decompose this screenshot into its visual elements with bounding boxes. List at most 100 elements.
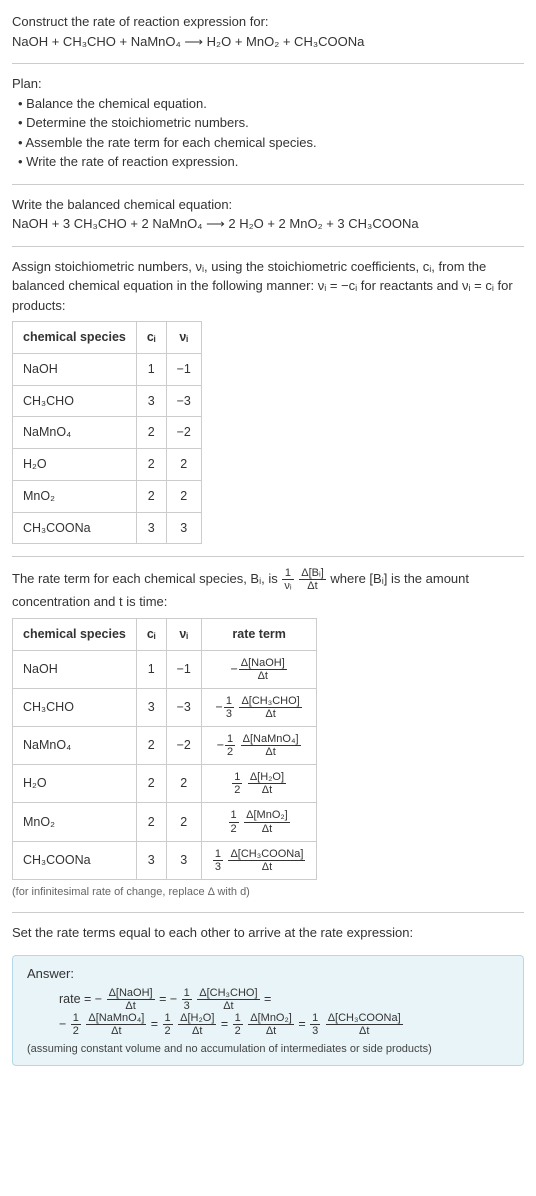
cell-v: 2 bbox=[166, 449, 201, 481]
col-ci: cᵢ bbox=[136, 322, 166, 354]
fraction: Δ[NaOH]Δt bbox=[107, 987, 155, 1012]
table-header-row: chemical species cᵢ νᵢ rate term bbox=[13, 618, 317, 650]
table-row: MnO₂2212 Δ[MnO₂]Δt bbox=[13, 803, 317, 841]
cell-species: CH₃CHO bbox=[13, 688, 137, 726]
cell-c: 1 bbox=[136, 353, 166, 385]
fraction: 12 bbox=[71, 1012, 81, 1037]
balanced-block: Write the balanced chemical equation: Na… bbox=[12, 195, 524, 234]
cell-v: 2 bbox=[166, 480, 201, 512]
cell-rate-term: 13 Δ[CH₃COONa]Δt bbox=[201, 841, 317, 879]
prompt-block: Construct the rate of reaction expressio… bbox=[12, 12, 524, 51]
fraction: 12 bbox=[233, 1012, 243, 1037]
frac-den: Δt bbox=[244, 823, 290, 835]
fraction: Δ[Bᵢ]Δt bbox=[299, 567, 326, 592]
cell-rate-term: −13 Δ[CH₃CHO]Δt bbox=[201, 688, 317, 726]
divider bbox=[12, 246, 524, 247]
cell-v: 3 bbox=[166, 841, 201, 879]
cell-v: 3 bbox=[166, 512, 201, 544]
eq-text: rate = − bbox=[59, 992, 102, 1006]
cell-v: −2 bbox=[166, 727, 201, 765]
eq-text: = bbox=[221, 1017, 232, 1031]
divider bbox=[12, 556, 524, 557]
frac-num: 1 bbox=[232, 771, 242, 784]
cell-c: 3 bbox=[136, 512, 166, 544]
eq-text: = bbox=[151, 1017, 162, 1031]
answer-equation: rate = − Δ[NaOH]Δt = − 13 Δ[CH₃CHO]Δt = … bbox=[27, 987, 509, 1037]
frac-den: Δt bbox=[326, 1025, 403, 1037]
frac-den: 3 bbox=[224, 708, 234, 720]
frac-den: Δt bbox=[248, 784, 286, 796]
rate-intro-text: The rate term for each chemical species,… bbox=[12, 571, 281, 586]
table-row: NaOH1−1 bbox=[13, 353, 202, 385]
cell-c: 2 bbox=[136, 449, 166, 481]
frac-num: Δ[CH₃COONa] bbox=[228, 848, 305, 861]
cell-species: NaOH bbox=[13, 650, 137, 688]
frac-num: 1 bbox=[71, 1012, 81, 1025]
cell-c: 3 bbox=[136, 385, 166, 417]
frac-num: 1 bbox=[213, 848, 223, 861]
assign-text: Assign stoichiometric numbers, νᵢ, using… bbox=[12, 257, 524, 316]
sign: − bbox=[230, 662, 237, 676]
fraction: Δ[NaOH]Δt bbox=[239, 657, 287, 682]
frac-num: Δ[CH₃COONa] bbox=[326, 1012, 403, 1025]
cell-rate-term: −Δ[NaOH]Δt bbox=[201, 650, 317, 688]
frac-den: 3 bbox=[310, 1025, 320, 1037]
frac-den: 2 bbox=[232, 784, 242, 796]
frac-num: Δ[MnO₂] bbox=[244, 809, 290, 822]
stoich-table: chemical species cᵢ νᵢ NaOH1−1 CH₃CHO3−3… bbox=[12, 321, 202, 544]
set-equal-text: Set the rate terms equal to each other t… bbox=[12, 923, 524, 943]
cell-species: NaMnO₄ bbox=[13, 417, 137, 449]
cell-c: 2 bbox=[136, 480, 166, 512]
fraction: 13 bbox=[182, 987, 192, 1012]
rate-intro-block: The rate term for each chemical species,… bbox=[12, 567, 524, 900]
table-row: CH₃CHO3−3−13 Δ[CH₃CHO]Δt bbox=[13, 688, 317, 726]
cell-species: MnO₂ bbox=[13, 803, 137, 841]
cell-v: −1 bbox=[166, 650, 201, 688]
cell-rate-term: −12 Δ[NaMnO₄]Δt bbox=[201, 727, 317, 765]
fraction: 13 bbox=[310, 1012, 320, 1037]
fraction: Δ[CH₃COONa]Δt bbox=[326, 1012, 403, 1037]
frac-num: Δ[Bᵢ] bbox=[299, 567, 326, 580]
frac-num: 1 bbox=[224, 695, 234, 708]
frac-num: Δ[CH₃CHO] bbox=[239, 695, 301, 708]
frac-den: Δt bbox=[299, 580, 326, 592]
frac-num: Δ[CH₃CHO] bbox=[197, 987, 259, 1000]
frac-den: 3 bbox=[182, 1000, 192, 1012]
frac-den: Δt bbox=[241, 746, 301, 758]
cell-species: H₂O bbox=[13, 765, 137, 803]
plan-block: Plan: • Balance the chemical equation. •… bbox=[12, 74, 524, 172]
frac-den: νᵢ bbox=[282, 580, 293, 592]
fraction: Δ[NaMnO₄]Δt bbox=[86, 1012, 146, 1037]
plan-item: • Write the rate of reaction expression. bbox=[12, 152, 524, 172]
cell-v: −2 bbox=[166, 417, 201, 449]
cell-c: 2 bbox=[136, 417, 166, 449]
sign: − bbox=[216, 700, 223, 714]
frac-num: Δ[NaMnO₄] bbox=[86, 1012, 146, 1025]
table-row: NaOH1−1−Δ[NaOH]Δt bbox=[13, 650, 317, 688]
cell-species: H₂O bbox=[13, 449, 137, 481]
frac-den: Δt bbox=[178, 1025, 216, 1037]
fraction: 13 bbox=[224, 695, 234, 720]
table-row: H₂O2212 Δ[H₂O]Δt bbox=[13, 765, 317, 803]
fraction: Δ[MnO₂]Δt bbox=[244, 809, 290, 834]
frac-num: 1 bbox=[163, 1012, 173, 1025]
frac-den: 2 bbox=[229, 823, 239, 835]
frac-den: 2 bbox=[71, 1025, 81, 1037]
cell-c: 3 bbox=[136, 688, 166, 726]
plan-item: • Determine the stoichiometric numbers. bbox=[12, 113, 524, 133]
frac-den: 2 bbox=[225, 746, 235, 758]
frac-num: Δ[MnO₂] bbox=[248, 1012, 294, 1025]
frac-den: 2 bbox=[163, 1025, 173, 1037]
frac-den: 3 bbox=[213, 861, 223, 873]
sign: − bbox=[217, 738, 224, 752]
table-row: CH₃COONa 3313 Δ[CH₃COONa]Δt bbox=[13, 841, 317, 879]
divider bbox=[12, 912, 524, 913]
cell-rate-term: 12 Δ[H₂O]Δt bbox=[201, 765, 317, 803]
eq-text: = − bbox=[159, 992, 177, 1006]
eq-text: = bbox=[264, 992, 271, 1006]
frac-num: Δ[NaOH] bbox=[239, 657, 287, 670]
fraction: 12 bbox=[225, 733, 235, 758]
frac-den: Δt bbox=[228, 861, 305, 873]
cell-species: CH₃COONa bbox=[13, 841, 137, 879]
frac-num: 1 bbox=[310, 1012, 320, 1025]
